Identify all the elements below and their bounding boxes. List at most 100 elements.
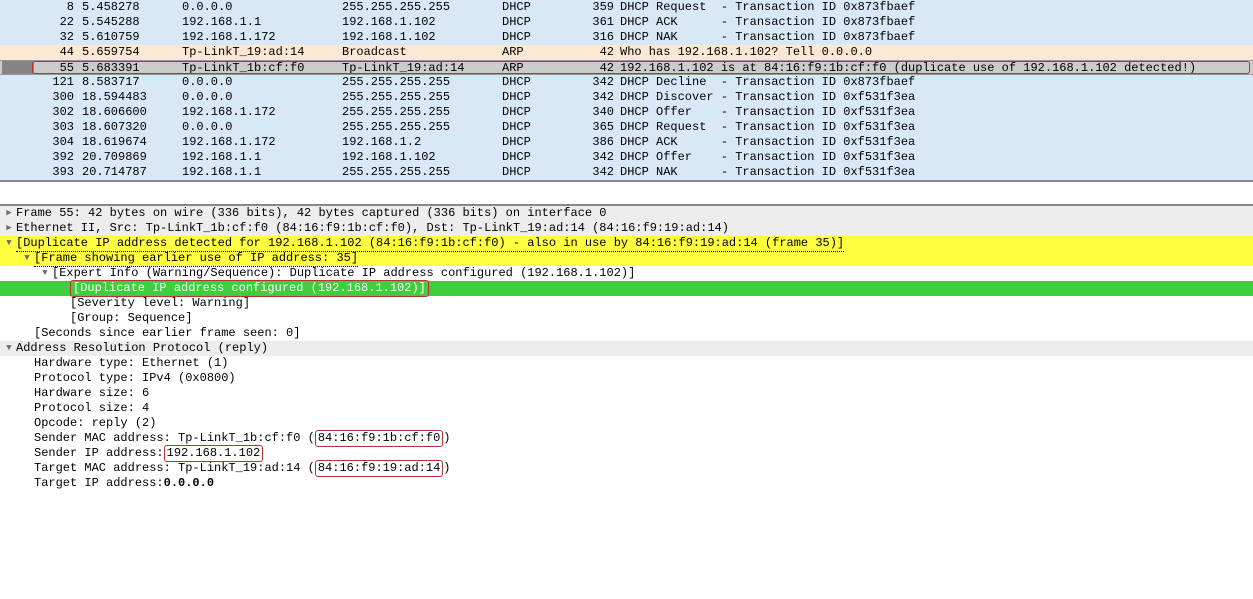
detail-proto-type[interactable]: Protocol type: IPv4 (0x0800) bbox=[0, 371, 1253, 386]
packet-row[interactable]: 445.659754Tp-LinkT_19:ad:14BroadcastARP4… bbox=[0, 45, 1253, 60]
col-length: 365 bbox=[580, 120, 620, 135]
detail-expert-info[interactable]: ▼ [Expert Info (Warning/Sequence): Dupli… bbox=[0, 266, 1253, 281]
packet-list[interactable]: 85.4582780.0.0.0255.255.255.255DHCP359DH… bbox=[0, 0, 1253, 182]
col-source: 0.0.0.0 bbox=[182, 75, 342, 90]
packet-row[interactable]: 30418.619674192.168.1.172192.168.1.2DHCP… bbox=[0, 135, 1253, 150]
detail-frame[interactable]: ▶ Frame 55: 42 bytes on wire (336 bits),… bbox=[0, 206, 1253, 221]
col-protocol: DHCP bbox=[502, 15, 580, 30]
col-info: DHCP Request - Transaction ID 0x873fbaef bbox=[620, 0, 1251, 15]
col-info: DHCP Request - Transaction ID 0xf531f3ea bbox=[620, 120, 1251, 135]
col-time: 8.583717 bbox=[82, 75, 182, 90]
col-protocol: DHCP bbox=[502, 150, 580, 165]
detail-severity[interactable]: [Severity level: Warning] bbox=[0, 296, 1253, 311]
col-info: DHCP ACK - Transaction ID 0xf531f3ea bbox=[620, 135, 1251, 150]
col-destination: Tp-LinkT_19:ad:14 bbox=[342, 61, 502, 74]
col-no: 392 bbox=[34, 150, 82, 165]
col-time: 5.610759 bbox=[82, 30, 182, 45]
col-no: 304 bbox=[34, 135, 82, 150]
detail-text: Protocol type: IPv4 (0x0800) bbox=[34, 371, 236, 386]
col-time: 18.606600 bbox=[82, 105, 182, 120]
detail-text: Protocol size: 4 bbox=[34, 401, 149, 416]
col-time: 18.607320 bbox=[82, 120, 182, 135]
row-gutter bbox=[2, 90, 34, 105]
packet-row[interactable]: 39220.709869192.168.1.1192.168.1.102DHCP… bbox=[0, 150, 1253, 165]
packet-row[interactable]: 39320.714787192.168.1.1255.255.255.255DH… bbox=[0, 165, 1253, 180]
detail-sender-mac[interactable]: Sender MAC address: Tp-LinkT_1b:cf:f0 (8… bbox=[0, 431, 1253, 446]
detail-target-ip[interactable]: Target IP address: 0.0.0.0 bbox=[0, 476, 1253, 491]
col-time: 20.714787 bbox=[82, 165, 182, 180]
target-ip-value: 0.0.0.0 bbox=[164, 476, 214, 491]
triangle-down-icon: ▼ bbox=[38, 266, 52, 281]
col-info: DHCP ACK - Transaction ID 0x873fbaef bbox=[620, 15, 1251, 30]
detail-opcode[interactable]: Opcode: reply (2) bbox=[0, 416, 1253, 431]
detail-hw-size[interactable]: Hardware size: 6 bbox=[0, 386, 1253, 401]
label: Sender IP address: bbox=[34, 446, 164, 461]
col-source: 192.168.1.1 bbox=[182, 15, 342, 30]
close-paren: ) bbox=[443, 461, 450, 476]
packet-row[interactable]: 1218.5837170.0.0.0255.255.255.255DHCP342… bbox=[0, 75, 1253, 90]
col-no: 302 bbox=[34, 105, 82, 120]
col-length: 386 bbox=[580, 135, 620, 150]
packet-row[interactable]: 555.683391Tp-LinkT_1b:cf:f0Tp-LinkT_19:a… bbox=[0, 60, 1253, 75]
row-gutter bbox=[2, 0, 34, 15]
col-no: 44 bbox=[34, 45, 82, 60]
col-info: DHCP NAK - Transaction ID 0x873fbaef bbox=[620, 30, 1251, 45]
detail-sender-ip[interactable]: Sender IP address: 192.168.1.102 bbox=[0, 446, 1253, 461]
col-protocol: DHCP bbox=[502, 90, 580, 105]
detail-dup-configured[interactable]: [Duplicate IP address configured (192.16… bbox=[0, 281, 1253, 296]
triangle-right-icon: ▶ bbox=[2, 221, 16, 236]
col-source: 192.168.1.1 bbox=[182, 165, 342, 180]
detail-proto-size[interactable]: Protocol size: 4 bbox=[0, 401, 1253, 416]
col-protocol: DHCP bbox=[502, 75, 580, 90]
col-no: 121 bbox=[34, 75, 82, 90]
detail-text: [Seconds since earlier frame seen: 0] bbox=[34, 326, 300, 341]
col-destination: Broadcast bbox=[342, 45, 502, 60]
packet-row[interactable]: 85.4582780.0.0.0255.255.255.255DHCP359DH… bbox=[0, 0, 1253, 15]
detail-target-mac[interactable]: Target MAC address: Tp-LinkT_19:ad:14 (8… bbox=[0, 461, 1253, 476]
col-source: 192.168.1.1 bbox=[182, 150, 342, 165]
detail-text: Ethernet II, Src: Tp-LinkT_1b:cf:f0 (84:… bbox=[16, 221, 729, 236]
col-time: 20.709869 bbox=[82, 150, 182, 165]
packet-details-pane[interactable]: ▶ Frame 55: 42 bytes on wire (336 bits),… bbox=[0, 204, 1253, 491]
triangle-down-icon: ▼ bbox=[20, 251, 34, 266]
detail-frame-earlier[interactable]: ▼ [Frame showing earlier use of IP addre… bbox=[0, 251, 1253, 266]
triangle-right-icon: ▶ bbox=[2, 206, 16, 221]
col-protocol: DHCP bbox=[502, 0, 580, 15]
detail-duplicate-ip[interactable]: ▼ [Duplicate IP address detected for 192… bbox=[0, 236, 1253, 251]
col-source: 0.0.0.0 bbox=[182, 0, 342, 15]
selection-marker bbox=[2, 61, 34, 74]
col-protocol: ARP bbox=[502, 61, 580, 74]
packet-row[interactable]: 30218.606600192.168.1.172255.255.255.255… bbox=[0, 105, 1253, 120]
pane-splitter[interactable] bbox=[0, 182, 1253, 204]
detail-text: [Duplicate IP address detected for 192.1… bbox=[16, 236, 844, 252]
packet-row[interactable]: 225.545288192.168.1.1192.168.1.102DHCP36… bbox=[0, 15, 1253, 30]
label: Target MAC address: Tp-LinkT_19:ad:14 ( bbox=[34, 461, 315, 476]
col-source: 192.168.1.172 bbox=[182, 135, 342, 150]
col-protocol: DHCP bbox=[502, 105, 580, 120]
packet-row[interactable]: 30018.5944830.0.0.0255.255.255.255DHCP34… bbox=[0, 90, 1253, 105]
col-source: 192.168.1.172 bbox=[182, 30, 342, 45]
col-destination: 255.255.255.255 bbox=[342, 90, 502, 105]
col-source: 0.0.0.0 bbox=[182, 90, 342, 105]
detail-text: [Duplicate IP address configured (192.16… bbox=[70, 280, 429, 297]
detail-arp[interactable]: ▼ Address Resolution Protocol (reply) bbox=[0, 341, 1253, 356]
detail-hw-type[interactable]: Hardware type: Ethernet (1) bbox=[0, 356, 1253, 371]
packet-row[interactable]: 30318.6073200.0.0.0255.255.255.255DHCP36… bbox=[0, 120, 1253, 135]
row-gutter bbox=[2, 15, 34, 30]
col-source: 0.0.0.0 bbox=[182, 120, 342, 135]
target-mac-value: 84:16:f9:19:ad:14 bbox=[315, 460, 443, 477]
col-info: DHCP NAK - Transaction ID 0xf531f3ea bbox=[620, 165, 1251, 180]
col-no: 8 bbox=[34, 0, 82, 15]
col-destination: 192.168.1.2 bbox=[342, 135, 502, 150]
sender-ip-value: 192.168.1.102 bbox=[164, 445, 264, 462]
col-info: DHCP Discover - Transaction ID 0xf531f3e… bbox=[620, 90, 1251, 105]
detail-group[interactable]: [Group: Sequence] bbox=[0, 311, 1253, 326]
row-gutter bbox=[2, 30, 34, 45]
detail-seconds[interactable]: [Seconds since earlier frame seen: 0] bbox=[0, 326, 1253, 341]
col-length: 42 bbox=[580, 61, 620, 74]
col-source: 192.168.1.172 bbox=[182, 105, 342, 120]
detail-ethernet[interactable]: ▶ Ethernet II, Src: Tp-LinkT_1b:cf:f0 (8… bbox=[0, 221, 1253, 236]
col-info: DHCP Offer - Transaction ID 0xf531f3ea bbox=[620, 105, 1251, 120]
triangle-down-icon: ▼ bbox=[2, 341, 16, 356]
packet-row[interactable]: 325.610759192.168.1.172192.168.1.102DHCP… bbox=[0, 30, 1253, 45]
